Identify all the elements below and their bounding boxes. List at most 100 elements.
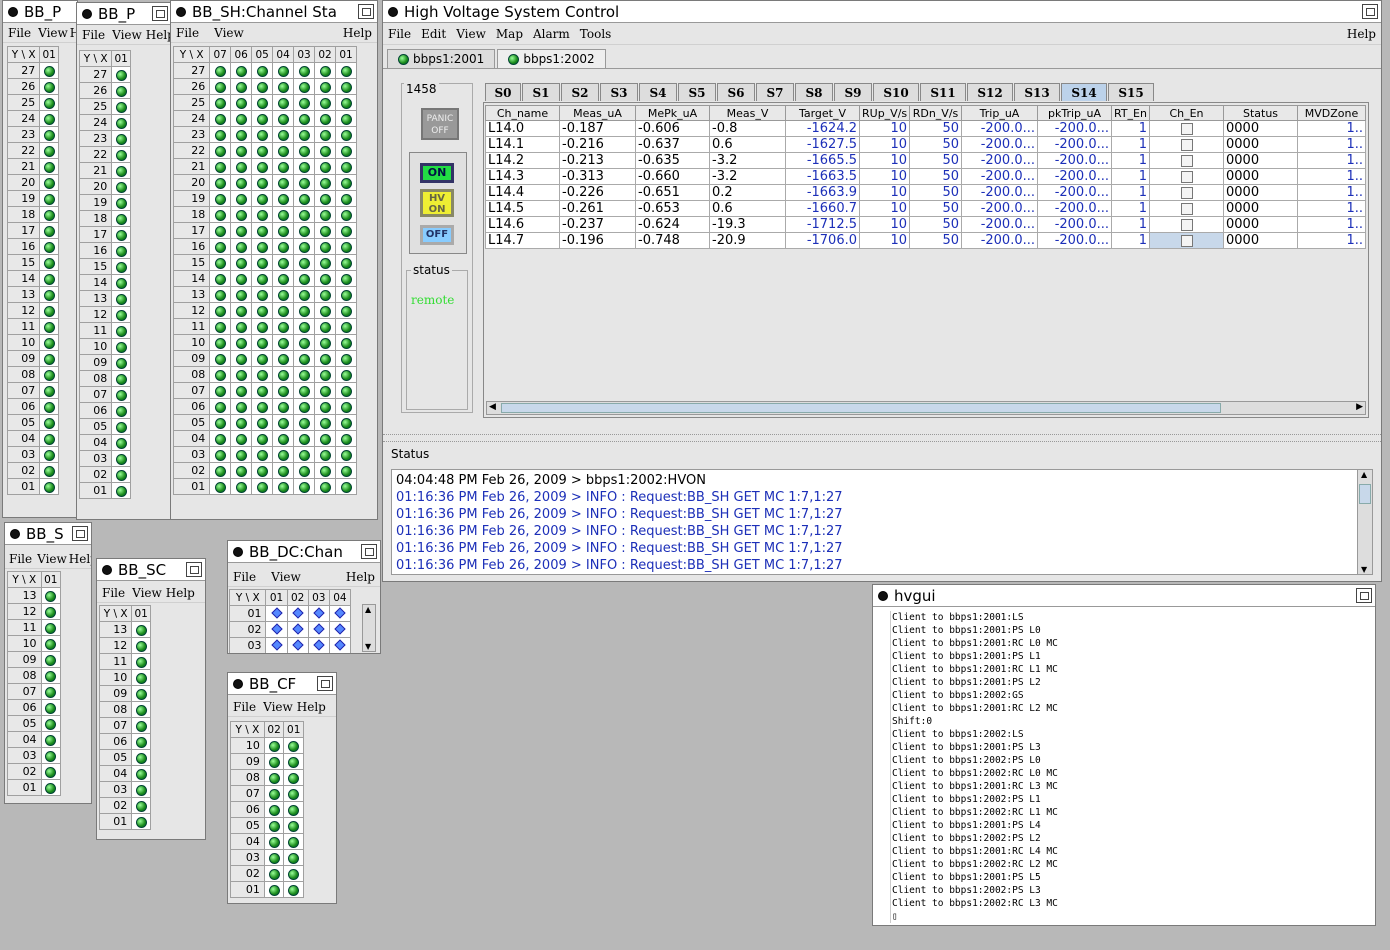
channel-cell[interactable] [251, 382, 274, 399]
channel-cell[interactable] [335, 366, 357, 383]
table-cell[interactable]: -200.0... [961, 232, 1038, 249]
table-cell[interactable] [1149, 216, 1224, 233]
channel-cell[interactable] [39, 318, 59, 335]
table-cell[interactable]: -0.606 [635, 120, 710, 137]
window-menu-icon[interactable] [8, 6, 18, 17]
channel-cell[interactable] [39, 350, 59, 367]
channel-cell[interactable] [293, 190, 316, 207]
channel-cell[interactable] [335, 430, 357, 447]
channel-cell[interactable] [111, 418, 131, 435]
channel-cell[interactable] [111, 114, 131, 131]
table-cell[interactable]: -3.2 [709, 152, 786, 169]
table-cell[interactable]: 50 [909, 120, 962, 137]
channel-cell[interactable] [263, 881, 285, 898]
channel-cell[interactable] [209, 110, 232, 127]
table-cell[interactable]: 1.. [1297, 152, 1366, 169]
channel-cell[interactable] [272, 142, 295, 159]
channel-cell[interactable] [335, 222, 357, 239]
channel-cell[interactable] [131, 813, 151, 830]
menu-view[interactable]: View [261, 570, 311, 584]
channel-cell[interactable] [272, 398, 295, 415]
channel-cell[interactable] [40, 763, 62, 780]
slot-tab-s0[interactable]: S0 [485, 83, 521, 101]
table-cell[interactable]: -1660.7 [785, 200, 860, 217]
channel-cell[interactable] [314, 446, 337, 463]
channel-cell[interactable] [335, 382, 357, 399]
channel-cell[interactable] [251, 62, 274, 79]
table-cell[interactable]: 0000 [1223, 152, 1298, 169]
channel-cell[interactable] [40, 779, 62, 796]
channel-cell[interactable] [40, 603, 62, 620]
channel-cell[interactable] [314, 302, 337, 319]
channel-cell[interactable] [209, 190, 232, 207]
channel-cell[interactable] [286, 605, 309, 622]
channel-cell[interactable] [286, 621, 309, 638]
channel-cell[interactable] [111, 354, 131, 371]
channel-cell[interactable] [314, 478, 337, 495]
channel-cell[interactable] [293, 446, 316, 463]
slot-tab-s6[interactable]: S6 [717, 83, 755, 101]
menu-edit[interactable]: Edit [416, 27, 451, 41]
channel-enable-checkbox[interactable] [1180, 234, 1193, 247]
tab-bbps1-2002[interactable]: bbps1:2002 [497, 49, 606, 68]
menu-tools[interactable]: Tools [575, 27, 617, 41]
channel-cell[interactable] [283, 817, 304, 834]
channel-cell[interactable] [293, 302, 316, 319]
slot-tab-s8[interactable]: S8 [795, 83, 833, 101]
menu-view[interactable]: View [261, 700, 295, 714]
channel-cell[interactable] [251, 398, 274, 415]
slot-tab-s9[interactable]: S9 [834, 83, 872, 101]
channel-cell[interactable] [230, 382, 253, 399]
channel-cell[interactable] [335, 174, 357, 191]
channel-cell[interactable] [209, 254, 232, 271]
channel-cell[interactable] [131, 685, 151, 702]
channel-cell[interactable] [314, 142, 337, 159]
title-bar[interactable]: hvgui [873, 585, 1375, 607]
menu-alarm[interactable]: Alarm [528, 27, 575, 41]
channel-cell[interactable] [111, 290, 131, 307]
table-cell[interactable]: 10 [859, 184, 910, 201]
channel-cell[interactable] [251, 158, 274, 175]
slot-tab-s2[interactable]: S2 [561, 83, 599, 101]
table-cell[interactable]: 10 [859, 232, 910, 249]
channel-cell[interactable] [39, 254, 59, 271]
channel-cell[interactable] [230, 158, 253, 175]
maximize-icon[interactable] [152, 6, 168, 21]
channel-cell[interactable] [314, 206, 337, 223]
channel-cell[interactable] [230, 270, 253, 287]
column-header[interactable]: MePk_uA [635, 105, 710, 121]
channel-cell[interactable] [251, 174, 274, 191]
table-cell[interactable]: L14.0 [485, 120, 560, 137]
channel-cell[interactable] [263, 769, 285, 786]
table-cell[interactable]: -0.237 [559, 216, 636, 233]
channel-cell[interactable] [314, 270, 337, 287]
channel-cell[interactable] [131, 797, 151, 814]
channel-cell[interactable] [272, 350, 295, 367]
menu-view[interactable]: View [451, 27, 491, 41]
table-cell[interactable]: 1.. [1297, 184, 1366, 201]
channel-cell[interactable] [335, 254, 357, 271]
channel-cell[interactable] [335, 126, 357, 143]
table-cell[interactable]: 10 [859, 200, 910, 217]
channel-cell[interactable] [111, 258, 131, 275]
table-cell[interactable]: 0000 [1223, 168, 1298, 185]
channel-cell[interactable] [328, 621, 352, 638]
slot-tab-s10[interactable]: S10 [873, 83, 919, 101]
table-cell[interactable]: L14.4 [485, 184, 560, 201]
channel-cell[interactable] [251, 206, 274, 223]
maximize-icon[interactable] [1362, 4, 1378, 19]
channel-cell[interactable] [230, 206, 253, 223]
menu-file[interactable]: File [228, 570, 261, 584]
title-bar[interactable]: BB_SH:Channel Sta [171, 1, 377, 23]
table-cell[interactable]: -0.651 [635, 184, 710, 201]
window-menu-icon[interactable] [388, 6, 398, 17]
channel-cell[interactable] [230, 446, 253, 463]
table-row[interactable]: L14.0 -0.187 -0.606 -0.8 -1624.2 10 50 -200.0..… [485, 120, 1366, 137]
table-cell[interactable]: 1 [1111, 200, 1150, 217]
table-cell[interactable] [1149, 232, 1224, 249]
channel-cell[interactable] [335, 78, 357, 95]
channel-cell[interactable] [293, 222, 316, 239]
channel-cell[interactable] [283, 753, 304, 770]
channel-cell[interactable] [111, 130, 131, 147]
table-cell[interactable]: -200.0... [961, 120, 1038, 137]
